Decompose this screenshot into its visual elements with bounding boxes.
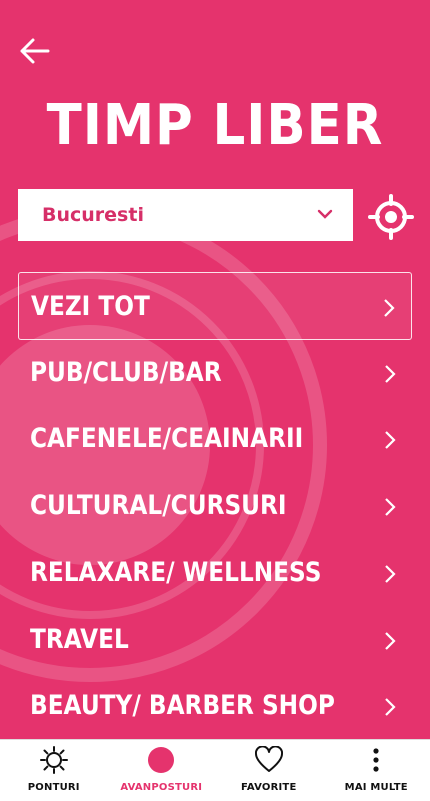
- category-label: PUB/CLUB/BAR: [30, 357, 222, 389]
- locate-crosshair-icon[interactable]: [368, 194, 414, 240]
- category-label: CULTURAL/CURSURI: [30, 490, 287, 522]
- category-item-vezi-tot[interactable]: VEZI TOT: [18, 272, 412, 340]
- chevron-right-icon: [384, 631, 396, 651]
- chevron-right-icon: [384, 564, 396, 584]
- tab-label: FAVORITE: [215, 782, 323, 793]
- chevron-right-icon: [384, 497, 396, 517]
- category-label: BEAUTY/ BARBER SHOP: [30, 690, 335, 722]
- category-label: VEZI TOT: [31, 291, 150, 323]
- category-item-cultural-cursuri[interactable]: CULTURAL/CURSURI: [18, 472, 412, 540]
- more-vertical-icon: [362, 746, 390, 774]
- tab-ponturi[interactable]: PONTURI: [0, 740, 108, 801]
- sun-icon: [40, 746, 68, 774]
- category-item-pub-club-bar[interactable]: PUB/CLUB/BAR: [18, 339, 412, 407]
- heart-icon: [255, 746, 283, 774]
- chevron-right-icon: [384, 697, 396, 717]
- category-label: CAFENELE/CEAINARII: [30, 423, 303, 455]
- back-arrow-icon[interactable]: [18, 36, 52, 66]
- category-item-relaxare-wellness[interactable]: RELAXARE/ WELLNESS: [18, 539, 412, 607]
- category-label: RELAXARE/ WELLNESS: [30, 557, 321, 589]
- category-item-beauty-barber-shop[interactable]: BEAUTY/ BARBER SHOP: [18, 672, 412, 740]
- category-item-travel[interactable]: TRAVEL: [18, 606, 412, 674]
- category-item-cafenele-ceainarii[interactable]: CAFENELE/CEAINARII: [18, 405, 412, 473]
- tab-label: AVANPOSTURI: [108, 782, 216, 793]
- tab-avanposturi[interactable]: AVANPOSTURI: [108, 740, 216, 801]
- tab-mai-multe[interactable]: MAI MULTE: [323, 740, 430, 801]
- city-dropdown[interactable]: Bucuresti: [18, 189, 353, 241]
- chevron-right-icon: [383, 298, 395, 318]
- tab-label: MAI MULTE: [323, 782, 430, 793]
- bottom-tab-bar: PONTURI AVANPOSTURI FAVORITE MAI MULTE: [0, 739, 430, 801]
- chevron-right-icon: [384, 364, 396, 384]
- chevron-right-icon: [384, 430, 396, 450]
- city-dropdown-value: Bucuresti: [42, 202, 144, 228]
- page-title: TIMP LIBER: [17, 92, 413, 160]
- tab-favorite[interactable]: FAVORITE: [215, 740, 323, 801]
- chevron-down-icon: [317, 208, 333, 220]
- category-label: TRAVEL: [30, 624, 129, 656]
- circle-icon: [147, 746, 175, 774]
- category-list: VEZI TOT PUB/CLUB/BAR CAFENELE/CEAINARII…: [18, 272, 412, 739]
- tab-label: PONTURI: [0, 782, 108, 793]
